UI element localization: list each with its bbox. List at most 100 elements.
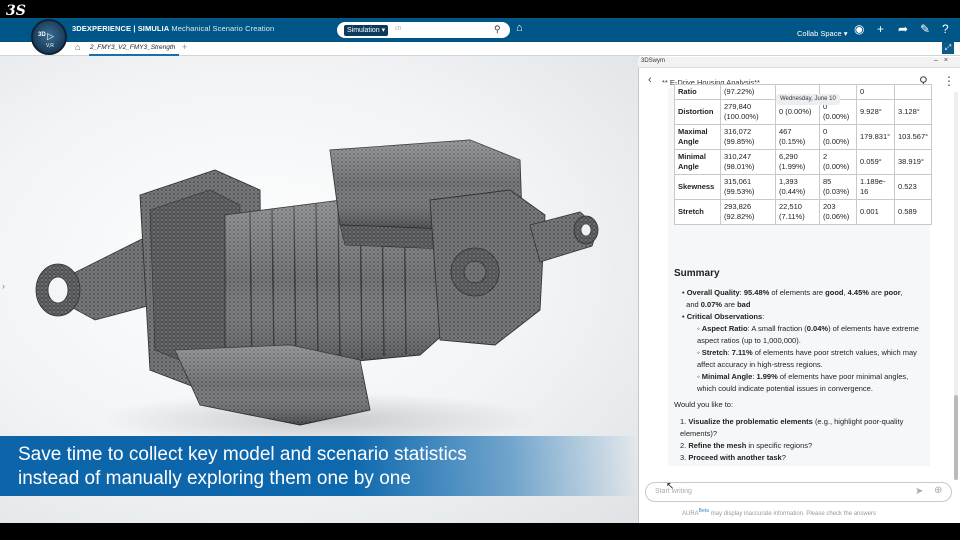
table-row: Skewness 315,061 (99.53%) 1,393 (0.44%) 85 … bbox=[674, 174, 933, 200]
table-cell bbox=[893, 84, 933, 100]
table-row: Maximal Angle 316,072 (99.85%) 467 (0.15%)… bbox=[674, 124, 933, 150]
mouse-cursor-icon: ↖ bbox=[666, 481, 675, 492]
aspect-text-a: : A small fraction ( bbox=[747, 324, 807, 333]
mesh-quality-table: Ratio (97.22%) 0 Distortion 279,840 (100.00%… bbox=[674, 84, 933, 225]
table-cell: 293,826 (92.82%) bbox=[720, 199, 776, 225]
overall-poor-pct: 4.45% bbox=[847, 288, 869, 297]
tag-icon[interactable]: ⌂ bbox=[516, 22, 523, 34]
observation-minimal-angle: ◦ Minimal Angle: 1.99% of elements have … bbox=[697, 372, 909, 393]
stretch-label: Stretch bbox=[701, 348, 728, 357]
table-cell: 38.919° bbox=[893, 149, 933, 175]
good-word: good bbox=[825, 288, 844, 297]
compass-3d-label: 3D bbox=[38, 32, 46, 38]
back-icon[interactable]: ‹ bbox=[648, 74, 652, 86]
chat-scrollbar-thumb[interactable] bbox=[954, 395, 958, 480]
help-icon[interactable]: ? bbox=[942, 22, 949, 36]
brand-title: 3DEXPERIENCE | SIMULIA Mechanical Scenar… bbox=[72, 24, 274, 33]
disclaimer-text: may display inaccurate information. Plea… bbox=[710, 511, 877, 517]
caption-line-2: instead of manually exploring them one b… bbox=[18, 468, 411, 489]
row-label: Maximal Angle bbox=[674, 124, 721, 150]
critical-label: Critical Observations bbox=[686, 312, 763, 321]
table-cell: 0.001 bbox=[856, 199, 895, 225]
add-tab-button[interactable]: + bbox=[182, 42, 187, 52]
table-cell: 9.928° bbox=[856, 99, 895, 125]
option-visualize[interactable]: 1. Visualize the problematic elements (e… bbox=[680, 416, 926, 440]
ds-logo-icon[interactable]: 3S bbox=[6, 3, 28, 21]
letterbox-bottom bbox=[0, 523, 960, 540]
table-cell: 0.589 bbox=[893, 199, 933, 225]
brand-name: 3DEXPERIENCE | SIMULIA bbox=[72, 24, 170, 33]
stretch-text: of elements have poor stretch values, wh… bbox=[697, 348, 917, 369]
table-cell: 467 (0.15%) bbox=[775, 124, 820, 150]
table-cell: 85 (0.03%) bbox=[819, 174, 857, 200]
aspect-pct: 0.04% bbox=[806, 324, 829, 333]
collab-space-selector[interactable]: Collab Space ▾ bbox=[797, 29, 847, 38]
observation-aspect-ratio: ◦ Aspect Ratio: A small fraction (0.04%)… bbox=[697, 324, 919, 345]
table-cell: 0.059° bbox=[856, 149, 895, 175]
compass-vr-label: V,R bbox=[46, 43, 54, 49]
send-icon[interactable]: ➤ bbox=[915, 486, 923, 497]
minangle-pct: 1.99% bbox=[756, 372, 778, 381]
table-cell: 3.128° bbox=[893, 99, 933, 125]
app-root: 3S 3DEXPERIENCE | SIMULIA Mechanical Sce… bbox=[0, 0, 960, 540]
ai-disclaimer: AURABeta may display inaccurate informat… bbox=[682, 508, 876, 517]
table-cell: 316,072 (99.85%) bbox=[720, 124, 776, 150]
bad-word: bad bbox=[737, 300, 751, 309]
panel-window-controls[interactable]: –× bbox=[934, 57, 954, 64]
fullscreen-icon[interactable]: ⤢ bbox=[942, 42, 954, 54]
minangle-label: Minimal Angle bbox=[701, 372, 753, 381]
table-cell: 1,393 (0.44%) bbox=[775, 174, 820, 200]
followup-question: Would you like to: bbox=[674, 400, 734, 409]
table-cell: 22,510 (7.11%) bbox=[775, 199, 820, 225]
overall-label: Overall Quality bbox=[686, 288, 740, 297]
option-proceed[interactable]: 3. Proceed with another task? bbox=[680, 452, 786, 464]
table-row: Stretch 293,826 (92.82%) 22,510 (7.11%) 203… bbox=[674, 199, 933, 225]
row-label: Minimal Angle bbox=[674, 149, 721, 175]
aspect-label: Aspect Ratio bbox=[701, 324, 748, 333]
table-cell: 2 (0.00%) bbox=[819, 149, 857, 175]
share-icon[interactable]: ➦ bbox=[898, 22, 908, 36]
option-refine[interactable]: 2. Refine the mesh in specific regions? bbox=[680, 440, 812, 452]
play-icon: ▷ bbox=[47, 31, 54, 41]
table-row: Minimal Angle 310,247 (98.01%) 6,290 (1.99… bbox=[674, 149, 933, 175]
collab-space-label: Collab Space bbox=[797, 29, 842, 38]
tab-active-document[interactable]: 2_FMY3_V2_FMY3_Strength bbox=[90, 44, 175, 51]
opt3-rest: ? bbox=[781, 453, 786, 462]
summary-heading: Summary bbox=[674, 268, 720, 279]
summary-overall-item: • Overall Quality: 95.48% of elements ar… bbox=[682, 288, 903, 309]
row-label: Stretch bbox=[674, 199, 721, 225]
app-name: Mechanical Scenario Creation bbox=[171, 24, 275, 33]
plus-icon[interactable]: + bbox=[877, 22, 884, 36]
row-label: Distortion bbox=[674, 99, 721, 125]
opt3-bold: Proceed with another task bbox=[688, 453, 782, 462]
table-cell: 310,247 (98.01%) bbox=[720, 149, 776, 175]
search-scope-select[interactable]: Simulation ▾ bbox=[344, 25, 389, 36]
opt2-bold: Refine the mesh bbox=[688, 441, 747, 450]
observation-stretch: ◦ Stretch: 7.11% of elements have poor s… bbox=[697, 348, 917, 369]
opt1-bold: Visualize the problematic elements bbox=[688, 417, 813, 426]
globe-icon[interactable]: ⊕ bbox=[934, 485, 942, 496]
more-options-icon[interactable]: ⋮ bbox=[943, 74, 955, 88]
user-icon[interactable]: ◉ bbox=[854, 22, 864, 36]
table-cell: 279,840 (100.00%) bbox=[720, 99, 776, 125]
panel-header bbox=[638, 57, 960, 68]
search-icon[interactable]: ⚲ bbox=[494, 24, 501, 35]
beta-badge: Beta bbox=[698, 508, 709, 514]
row-label: Ratio bbox=[674, 84, 721, 100]
table-cell: 179.831° bbox=[856, 124, 895, 150]
search-scope-label: Simulation bbox=[347, 27, 380, 34]
overall-bad-pct: 0.07% bbox=[700, 300, 723, 309]
panel-app-label: 3DSwym bbox=[641, 58, 666, 64]
table-cell: 315,061 (99.53%) bbox=[720, 174, 776, 200]
row-label: Skewness bbox=[674, 174, 721, 200]
collapse-left-icon[interactable]: › bbox=[2, 281, 5, 291]
overall-good-pct: 95.48% bbox=[743, 288, 770, 297]
table-cell: (97.22%) bbox=[720, 84, 776, 100]
home-icon[interactable]: ⌂ bbox=[75, 42, 80, 52]
opt2-rest: in specific regions? bbox=[748, 441, 813, 450]
poor-word: poor bbox=[883, 288, 901, 297]
table-cell: 203 (0.06%) bbox=[819, 199, 857, 225]
date-separator: Wednesday, June 10 bbox=[776, 94, 840, 105]
tools-icon[interactable]: ✎ bbox=[920, 22, 930, 36]
compass-widget[interactable]: 3D ▷ V,R bbox=[31, 19, 67, 55]
